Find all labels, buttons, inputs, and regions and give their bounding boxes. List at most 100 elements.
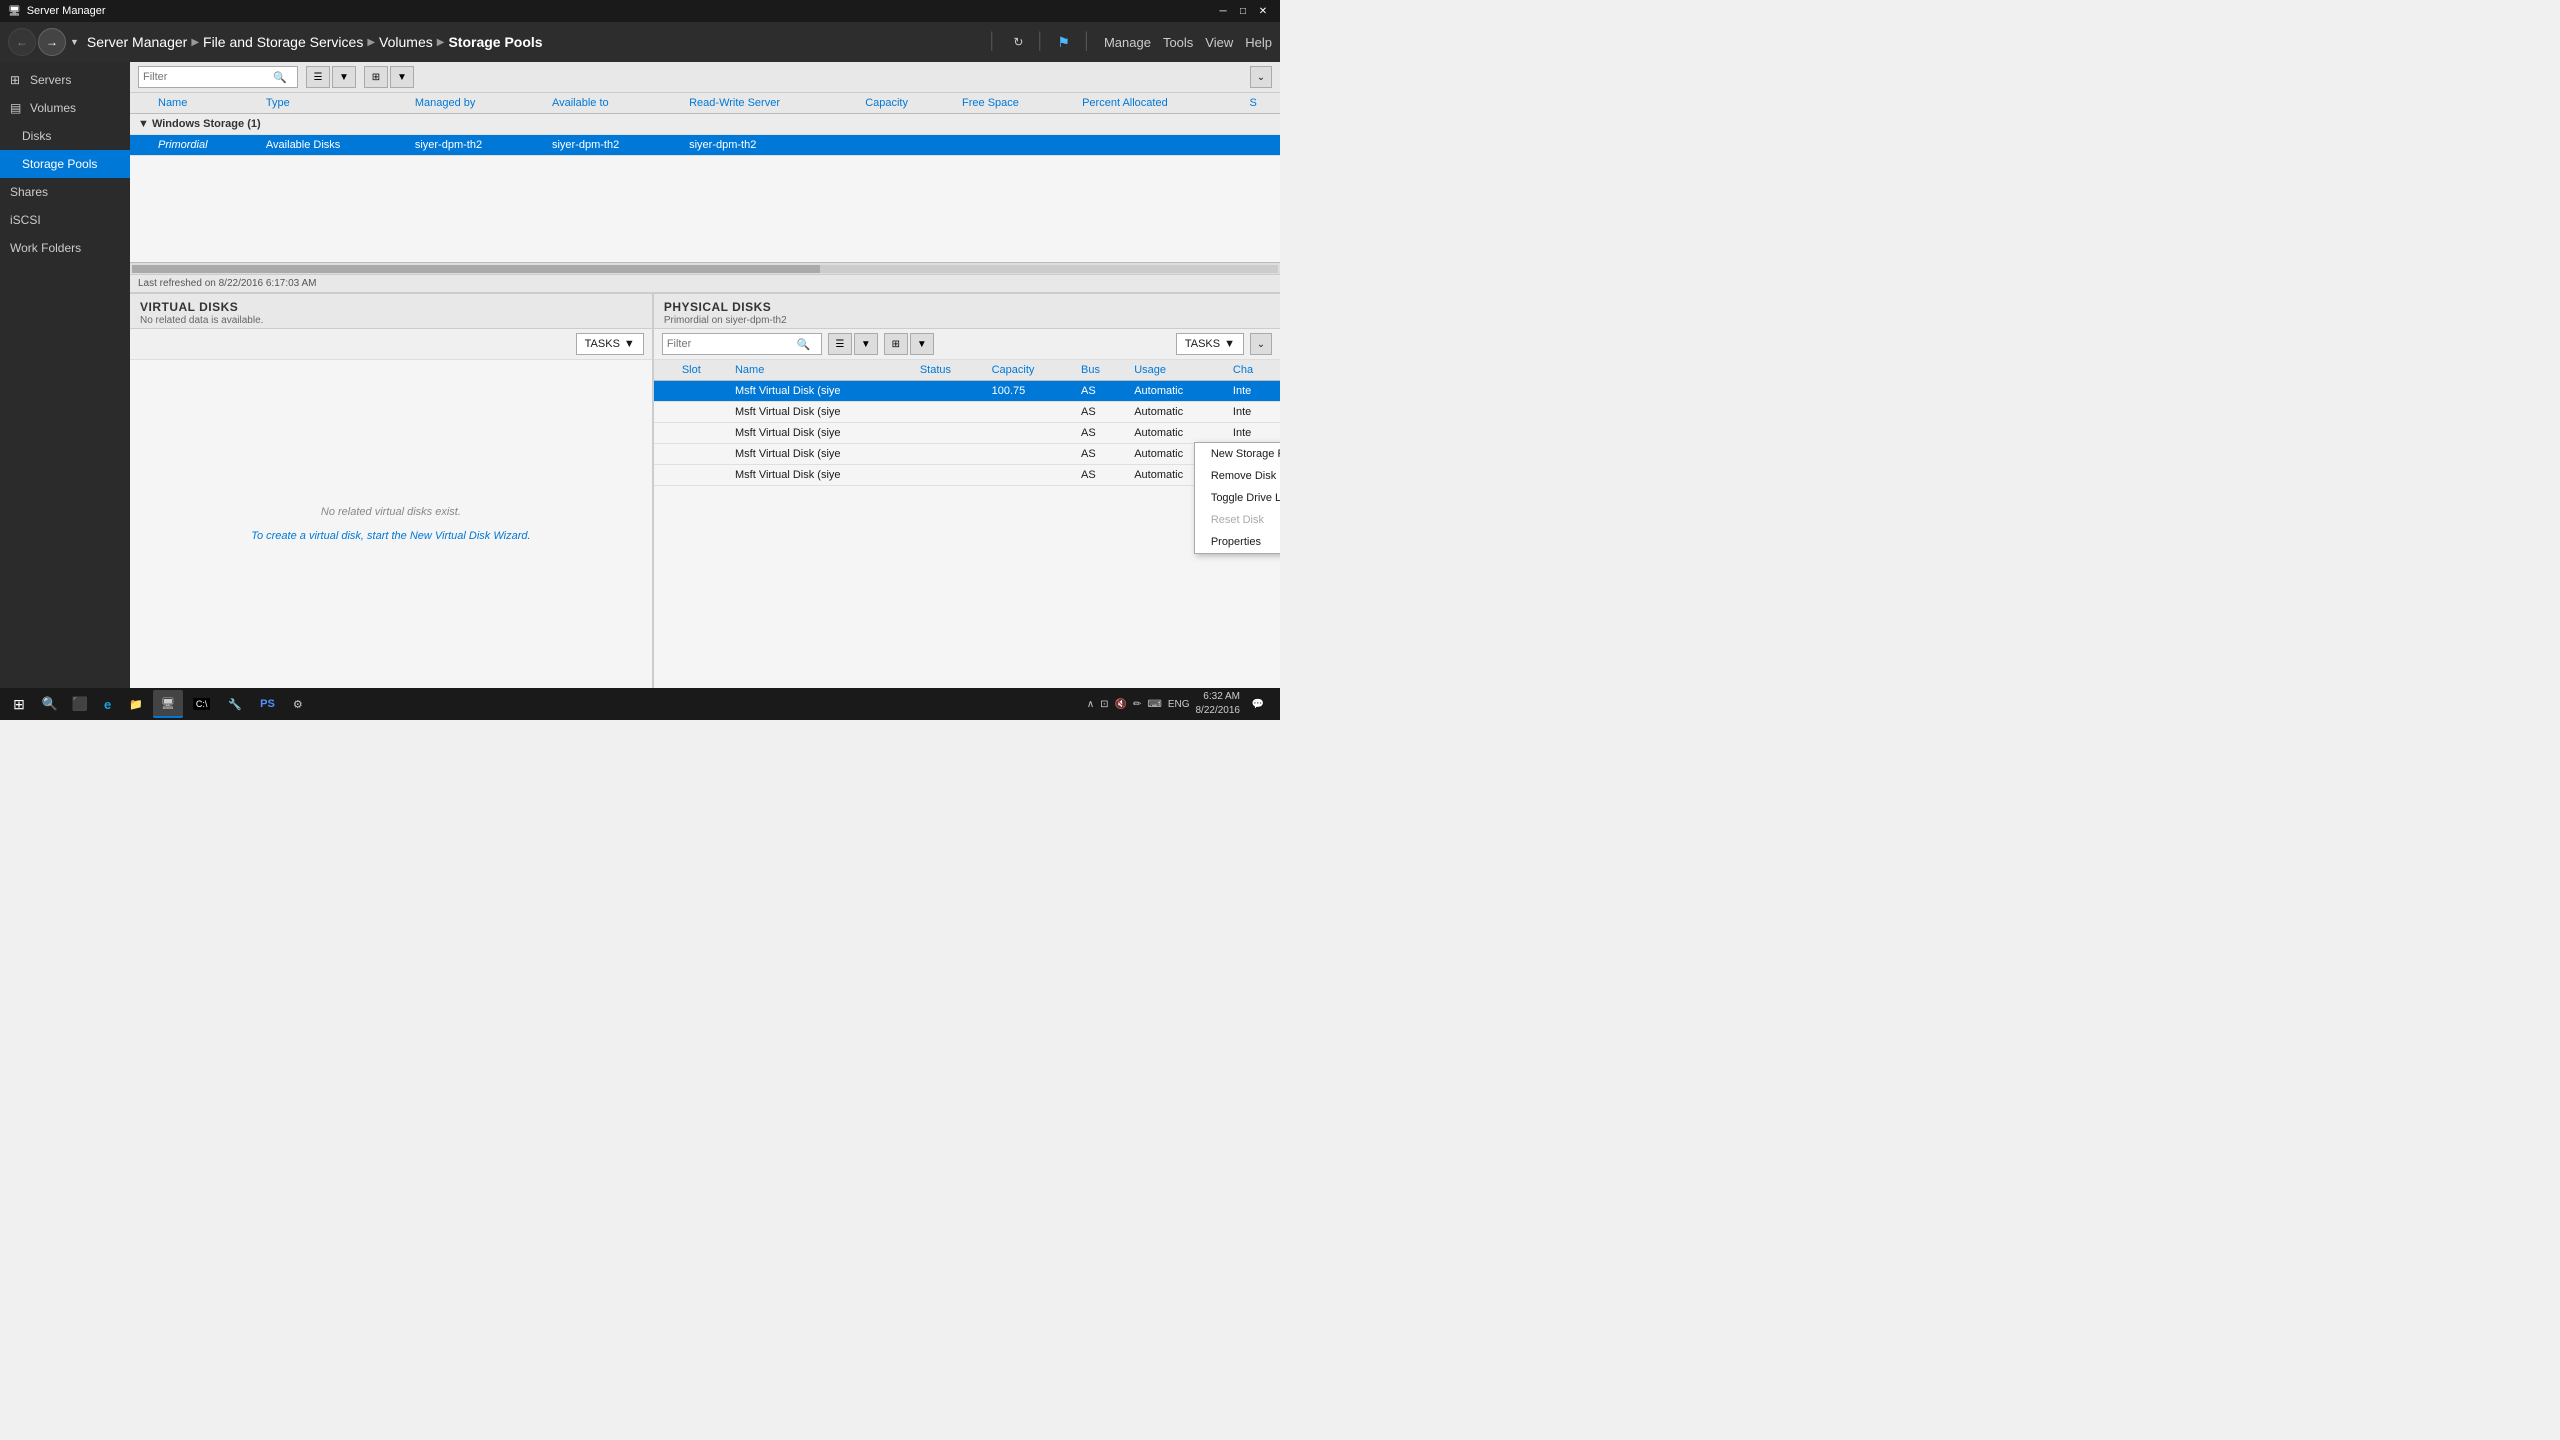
taskbar-clock[interactable]: 6:32 AM 8/22/2016 [1196, 690, 1241, 718]
col-status-header[interactable]: S [1242, 93, 1281, 114]
physical-disks-tasks-button[interactable]: TASKS ▼ [1176, 333, 1244, 355]
taskbar-server-manager-app[interactable]: 🖥 [153, 690, 183, 718]
tray-lang-label[interactable]: ENG [1168, 699, 1190, 710]
view-list-button[interactable]: ☰ [306, 66, 330, 88]
sidebar-item-storage-pools[interactable]: Storage Pools [0, 150, 130, 178]
row-capacity-cell [857, 135, 954, 156]
tray-sound-icon[interactable]: 🔇 [1115, 699, 1127, 710]
phys-col-slot[interactable]: Slot [674, 360, 727, 381]
start-button[interactable]: ⊞ [4, 690, 34, 718]
col-free-space-header[interactable]: Free Space [954, 93, 1074, 114]
taskbar-explorer-app[interactable]: 📁 [121, 690, 151, 718]
phys-name-cell: Msft Virtual Disk (siye [727, 423, 912, 444]
close-button[interactable]: ✕ [1254, 3, 1272, 19]
table-row[interactable]: Msft Virtual Disk (siye AS Automatic Int… [654, 444, 1280, 465]
nav-dropdown-button[interactable]: ▼ [70, 28, 79, 56]
breadcrumb-storage-pools[interactable]: Storage Pools [448, 34, 542, 50]
back-button[interactable]: ← [8, 28, 36, 56]
breadcrumb-file-storage[interactable]: File and Storage Services [203, 34, 363, 50]
table-row[interactable]: Msft Virtual Disk (siye AS Automatic Int… [654, 402, 1280, 423]
phys-col-chassis[interactable]: Cha [1225, 360, 1280, 381]
col-available-to-header[interactable]: Available to [544, 93, 681, 114]
col-warning-header[interactable] [130, 93, 150, 114]
phys-col-warn[interactable] [654, 360, 674, 381]
expand-button[interactable]: ⌄ [1250, 66, 1272, 88]
view-link[interactable]: View [1205, 35, 1233, 50]
phys-sort-button[interactable]: ⊞ [884, 333, 908, 355]
tools-icon: 🔧 [228, 698, 242, 711]
phys-col-usage[interactable]: Usage [1126, 360, 1225, 381]
context-menu-new-storage-pool[interactable]: New Storage Pool... [1195, 443, 1280, 465]
taskbar-task-view-button[interactable]: ⬛ [66, 690, 94, 718]
sidebar-item-servers[interactable]: ⊞ Servers [0, 66, 130, 94]
group-expand-icon[interactable]: ▼ [138, 118, 149, 130]
col-capacity-header[interactable]: Capacity [857, 93, 954, 114]
physical-disks-table-container[interactable]: Slot Name Status Capacity Bus Usage Cha [654, 360, 1280, 688]
view-dropdown-button[interactable]: ▼ [332, 66, 356, 88]
tray-caret-icon[interactable]: ∧ [1087, 699, 1094, 710]
storage-pools-table-scroll[interactable]: Name Type Managed by Available to Read-W… [130, 93, 1280, 262]
taskbar-search-button[interactable]: 🔍 [36, 690, 64, 718]
refresh-button[interactable]: ↻ [1013, 35, 1023, 49]
phys-filter-input[interactable] [667, 338, 797, 350]
context-menu-remove-disk[interactable]: Remove Disk [1195, 465, 1280, 487]
table-row[interactable]: Primordial Available Disks siyer-dpm-th2… [130, 135, 1280, 156]
sidebar-item-volumes[interactable]: ▤ Volumes [0, 94, 130, 122]
col-type-header[interactable]: Type [258, 93, 407, 114]
phys-view-button[interactable]: ☰ [828, 333, 852, 355]
col-rw-server-header[interactable]: Read-Write Server [681, 93, 857, 114]
taskbar-ie-app[interactable]: e [96, 690, 119, 718]
phys-capacity-cell: 100.75 [984, 381, 1073, 402]
phys-chassis-cell: Inte [1225, 423, 1280, 444]
table-row[interactable]: Msft Virtual Disk (siye AS Automatic Int… [654, 423, 1280, 444]
col-managed-by-header[interactable]: Managed by [407, 93, 544, 114]
sort-toolbar: ⊞ ▼ [364, 66, 414, 88]
phys-col-bus[interactable]: Bus [1073, 360, 1126, 381]
table-row[interactable]: Msft Virtual Disk (siye 100.75 AS Automa… [654, 381, 1280, 402]
forward-button[interactable]: → [38, 28, 66, 56]
tray-keyboard-icon[interactable]: ⌨ [1147, 699, 1161, 710]
phys-col-status[interactable]: Status [912, 360, 984, 381]
help-link[interactable]: Help [1245, 35, 1272, 50]
filter-input[interactable] [143, 71, 273, 83]
taskbar-ps-app[interactable]: PS [252, 690, 283, 718]
col-name-header[interactable]: Name [150, 93, 258, 114]
sidebar-label-servers: Servers [30, 73, 71, 87]
col-percent-allocated-header[interactable]: Percent Allocated [1074, 93, 1241, 114]
phys-col-capacity[interactable]: Capacity [984, 360, 1073, 381]
breadcrumb-volumes[interactable]: Volumes [379, 34, 433, 50]
tray-edit-icon[interactable]: ✏ [1133, 699, 1141, 710]
notification-button[interactable]: 💬 [1246, 690, 1270, 718]
minimize-button[interactable]: ─ [1214, 3, 1232, 19]
taskbar-cmd-app[interactable]: C:\ [185, 690, 219, 718]
taskbar-misc-app[interactable]: ⚙ [285, 690, 311, 718]
nav-bar: ← → ▼ Server Manager ▶ File and Storage … [0, 22, 1280, 62]
sidebar-item-disks[interactable]: Disks [0, 122, 130, 150]
sidebar-item-work-folders[interactable]: Work Folders [0, 234, 130, 262]
sort-button[interactable]: ⊞ [364, 66, 388, 88]
sort-dropdown-button[interactable]: ▼ [390, 66, 414, 88]
tools-link[interactable]: Tools [1163, 35, 1193, 50]
phys-view-dropdown[interactable]: ▼ [854, 333, 878, 355]
taskbar-tools-app[interactable]: 🔧 [220, 690, 250, 718]
phys-filter-box[interactable]: 🔍 [662, 333, 822, 355]
horizontal-scrollbar[interactable] [130, 262, 1280, 274]
context-menu-toggle-drive-light[interactable]: Toggle Drive Light [1195, 487, 1280, 509]
sidebar-item-shares[interactable]: Shares [0, 178, 130, 206]
manage-link[interactable]: Manage [1104, 35, 1151, 50]
sidebar-label-work-folders: Work Folders [10, 241, 81, 255]
filter-box[interactable]: 🔍 [138, 66, 298, 88]
table-row[interactable]: Msft Virtual Disk (siye AS Automatic Int… [654, 465, 1280, 486]
phys-expand-button[interactable]: ⌄ [1250, 333, 1272, 355]
storage-pools-section: 🔍 ☰ ▼ ⊞ ▼ ⌄ Name [130, 62, 1280, 292]
breadcrumb-server-manager[interactable]: Server Manager [87, 34, 187, 50]
virtual-disks-tasks-button[interactable]: TASKS ▼ [576, 333, 644, 355]
phys-sort-dropdown[interactable]: ▼ [910, 333, 934, 355]
tray-network-icon[interactable]: ⊡ [1100, 699, 1108, 710]
sidebar-item-iscsi[interactable]: iSCSI [0, 206, 130, 234]
new-virtual-disk-link[interactable]: To create a virtual disk, start the New … [251, 530, 530, 542]
maximize-button[interactable]: □ [1234, 3, 1252, 19]
context-menu-properties[interactable]: Properties [1195, 531, 1280, 553]
sidebar-label-disks: Disks [22, 129, 51, 143]
phys-col-name[interactable]: Name [727, 360, 912, 381]
